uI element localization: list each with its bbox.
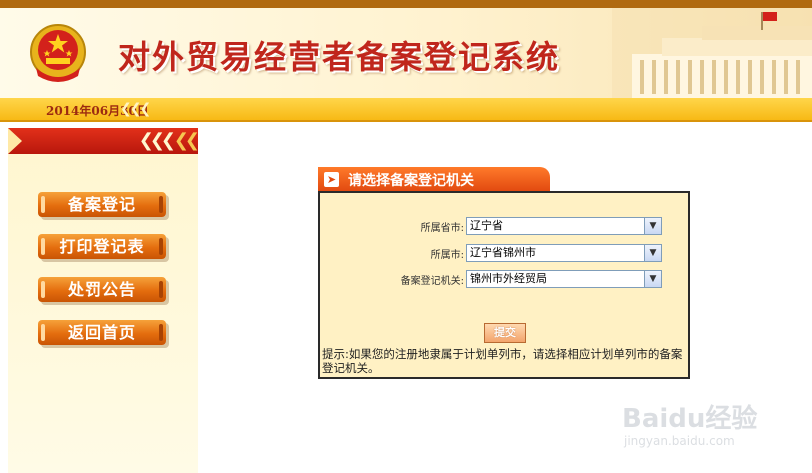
chevron-down-icon[interactable]: ▼ — [644, 271, 661, 287]
watermark: Baidu经验 jingyan.baidu.com — [622, 398, 782, 458]
sidebar-item-penalty-notice[interactable]: 处罚公告 — [38, 277, 166, 302]
authority-label: 备案登记机关: — [400, 276, 464, 287]
city-value: 辽宁省锦州市 — [470, 246, 536, 259]
city-label: 所属市: — [430, 250, 464, 261]
sidebar-item-filing-registration[interactable]: 备案登记 — [38, 192, 166, 217]
province-select[interactable]: 辽宁省 ▼ — [466, 217, 662, 235]
chevron-left-icon: ❮❮❮ — [138, 130, 176, 151]
form-title: 请选择备案登记机关 — [348, 173, 474, 189]
city-row: 所属市: 辽宁省锦州市 ▼ — [320, 244, 690, 262]
sidebar-item-print-form[interactable]: 打印登记表 — [38, 234, 166, 259]
national-emblem-icon — [30, 24, 86, 82]
authority-select[interactable]: 锦州市外经贸局 ▼ — [466, 270, 662, 288]
sidebar-item-home[interactable]: 返回首页 — [38, 320, 166, 345]
date-chevron-icon: ❮❮❮ — [120, 101, 151, 117]
page: 对外贸易经营者备案登记系统 2014年06月30日 ❮❮❮ ❮❮❮ ❮❮ 备案登… — [0, 0, 812, 473]
building-icon — [612, 8, 812, 98]
province-row: 所属省市: 辽宁省 ▼ — [320, 217, 690, 235]
chevron-down-icon[interactable]: ▼ — [644, 245, 661, 261]
watermark-text: Baidu经验 — [622, 404, 758, 434]
submit-button[interactable]: 提交 — [484, 323, 526, 343]
city-select[interactable]: 辽宁省锦州市 ▼ — [466, 244, 662, 262]
header: 对外贸易经营者备案登记系统 — [0, 8, 812, 98]
sidebar: ❮❮❮ ❮❮ 备案登记 打印登记表 处罚公告 返回首页 — [8, 128, 200, 473]
province-value: 辽宁省 — [470, 219, 503, 232]
system-title: 对外贸易经营者备案登记系统 — [118, 38, 561, 76]
province-label: 所属省市: — [420, 223, 464, 234]
form-panel: 所属省市: 辽宁省 ▼ 所属市: 辽宁省锦州市 ▼ 备案登记机关: 锦州市外经贸… — [318, 191, 690, 379]
watermark-sub: jingyan.baidu.com — [624, 434, 735, 448]
top-strip — [0, 0, 812, 8]
authority-value: 锦州市外经贸局 — [470, 272, 547, 285]
arrow-right-icon: ➤ — [324, 172, 339, 187]
authority-row: 备案登记机关: 锦州市外经贸局 ▼ — [320, 270, 690, 288]
hint-text: 提示:如果您的注册地隶属于计划单列市，请选择相应计划单列市的备案登记机关。 — [322, 347, 683, 375]
sidebar-banner: ❮❮❮ ❮❮ — [8, 128, 200, 154]
date-bar: 2014年06月30日 ❮❮❮ — [0, 98, 812, 122]
chevron-left-icon: ❮❮ — [173, 130, 200, 151]
chevron-down-icon[interactable]: ▼ — [644, 218, 661, 234]
form-panel-tab: ➤ 请选择备案登记机关 — [318, 167, 550, 191]
